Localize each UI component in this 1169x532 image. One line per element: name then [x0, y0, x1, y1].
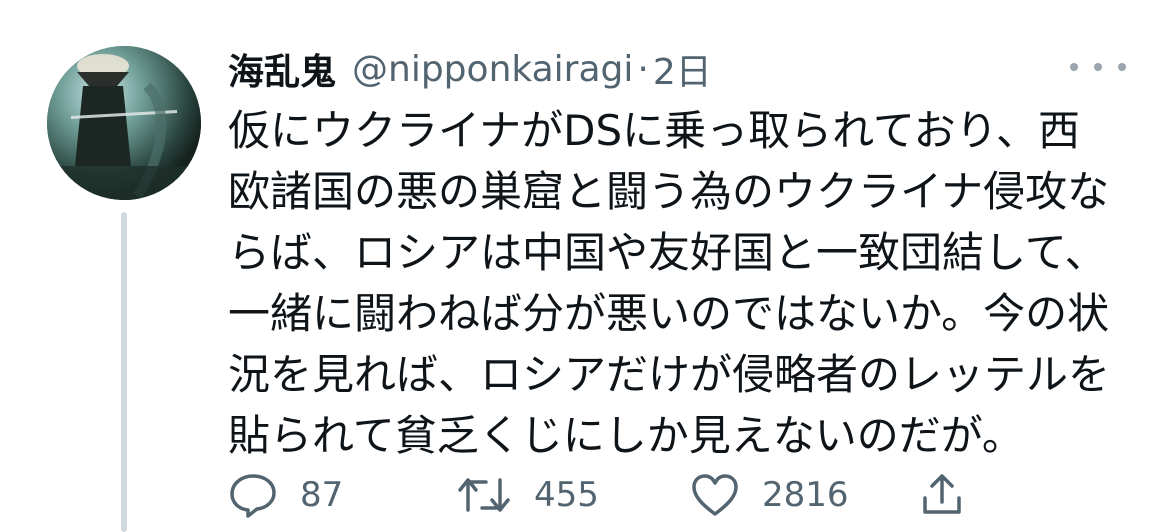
- share-button[interactable]: [920, 470, 964, 520]
- speech-bubble-icon: [230, 474, 276, 518]
- tweet-header: 海乱鬼 @nipponkairagi · 2日: [228, 42, 712, 96]
- retweet-count: 455: [534, 475, 599, 515]
- heart-icon: [692, 474, 738, 516]
- tweet: 海乱鬼 @nipponkairagi · 2日 仮にウクライナがDSに乗っ取られ…: [0, 0, 1169, 532]
- tweet-text-line: 欧諸国の悪の巣窟と闘う為のウクライナ侵攻な: [228, 167, 1110, 216]
- reply-button[interactable]: 87: [228, 470, 343, 520]
- tweet-text: 仮にウクライナがDSに乗っ取られており、西 欧諸国の悪の巣窟と闘う為のウクライナ…: [228, 100, 1111, 466]
- avatar-image: [47, 46, 201, 200]
- share-upload-icon: [923, 474, 961, 514]
- tweet-text-line: 況を見れば、ロシアだけが侵略者のレッテルを: [228, 350, 1111, 399]
- retweet-button[interactable]: 455: [456, 470, 599, 520]
- tweet-text-line: らば、ロシアは中国や友好国と一致団結して、: [228, 228, 1107, 277]
- tweet-text-line: 一緒に闘わねば分が悪いのではないか。今の状: [228, 289, 1110, 338]
- avatar[interactable]: [47, 46, 201, 200]
- tweet-text-line: 仮にウクライナがDSに乗っ取られており、西: [228, 106, 1080, 155]
- reply-count: 87: [300, 475, 344, 515]
- more-dot: [1070, 63, 1078, 71]
- retweet-arrows-icon: [458, 478, 510, 512]
- more-dots-icon[interactable]: [1070, 52, 1126, 82]
- action-bar: 87 455 2816: [228, 470, 988, 520]
- like-button[interactable]: 2816: [690, 470, 849, 520]
- separator-dot: ·: [637, 48, 649, 90]
- more-dot: [1094, 63, 1102, 71]
- tweet-text-line: 貼られて貧乏くじにしか見えないのだが。: [228, 411, 1024, 460]
- like-count: 2816: [762, 475, 849, 515]
- timestamp[interactable]: 2日: [653, 43, 712, 95]
- thread-line: [121, 212, 127, 532]
- more-dot: [1118, 63, 1126, 71]
- author-name[interactable]: 海乱鬼: [228, 43, 336, 95]
- author-handle[interactable]: @nipponkairagi: [352, 49, 633, 90]
